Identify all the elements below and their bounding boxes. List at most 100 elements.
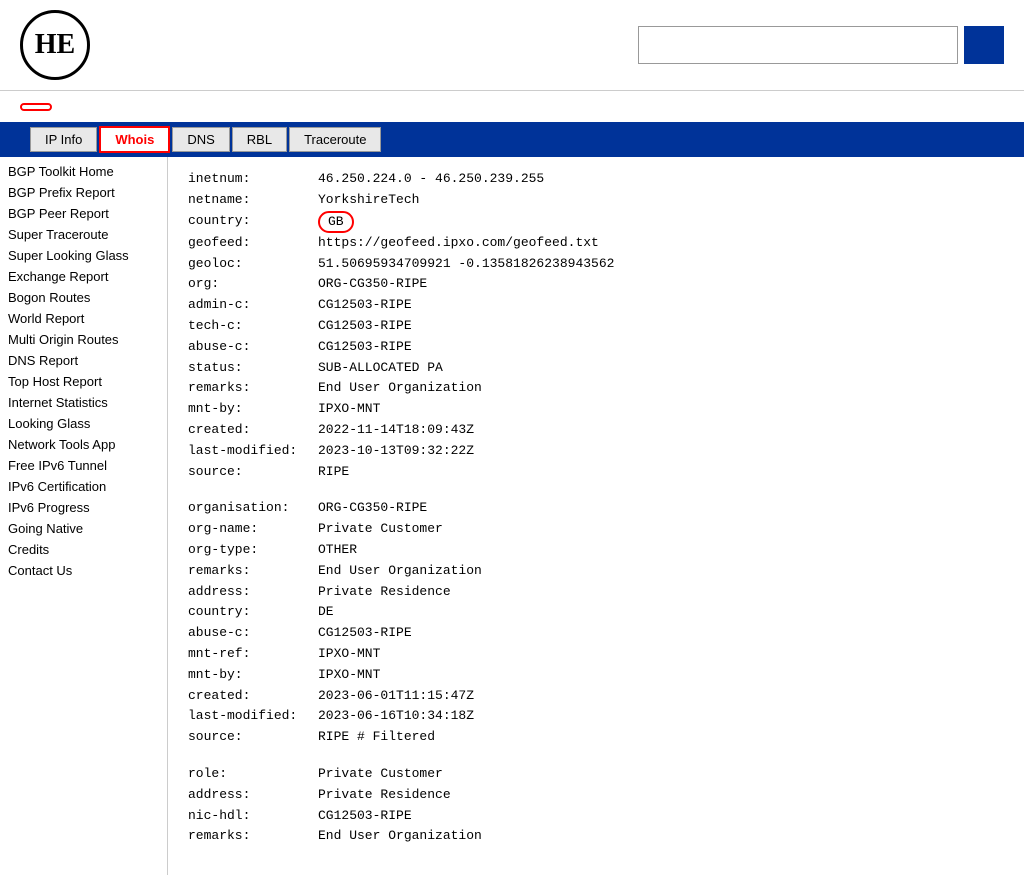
sidebar-item-bgp-toolkit-home[interactable]: BGP Toolkit Home — [0, 161, 167, 182]
sidebar-item-network-tools-app[interactable]: Network Tools App — [0, 434, 167, 455]
sidebar-item-exchange-report[interactable]: Exchange Report — [0, 266, 167, 287]
whois-row: country:GB — [188, 211, 1004, 233]
whois-section-1: organisation:ORG-CG350-RIPEorg-name:Priv… — [188, 498, 1004, 748]
sidebar-item-multi-origin-routes[interactable]: Multi Origin Routes — [0, 329, 167, 350]
whois-row: status:SUB-ALLOCATED PA — [188, 358, 1004, 379]
whois-row: last-modified:2023-06-16T10:34:18Z — [188, 706, 1004, 727]
whois-val: CG12503-RIPE — [318, 316, 412, 337]
search-input[interactable] — [638, 26, 958, 64]
whois-row: mnt-by:IPXO-MNT — [188, 399, 1004, 420]
tab-rbl[interactable]: RBL — [232, 127, 287, 152]
whois-row: source:RIPE — [188, 462, 1004, 483]
sidebar-item-dns-report[interactable]: DNS Report — [0, 350, 167, 371]
whois-key: geoloc: — [188, 254, 318, 275]
whois-val: YorkshireTech — [318, 190, 419, 211]
whois-key: org-type: — [188, 540, 318, 561]
whois-key: inetnum: — [188, 169, 318, 190]
whois-val: 2023-06-16T10:34:18Z — [318, 706, 474, 727]
whois-row: remarks:End User Organization — [188, 378, 1004, 399]
search-area — [638, 26, 1004, 64]
sidebar-item-world-report[interactable]: World Report — [0, 308, 167, 329]
whois-val: CG12503-RIPE — [318, 295, 412, 316]
whois-key: netname: — [188, 190, 318, 211]
whois-row: admin-c:CG12503-RIPE — [188, 295, 1004, 316]
sidebar-item-bgp-peer-report[interactable]: BGP Peer Report — [0, 203, 167, 224]
whois-val: Private Residence — [318, 582, 451, 603]
whois-row: address:Private Residence — [188, 785, 1004, 806]
whois-key: remarks: — [188, 561, 318, 582]
whois-val: Private Residence — [318, 785, 451, 806]
whois-val: End User Organization — [318, 826, 482, 847]
whois-val: RIPE # Filtered — [318, 727, 435, 748]
whois-val: ORG-CG350-RIPE — [318, 498, 427, 519]
whois-row: abuse-c:CG12503-RIPE — [188, 623, 1004, 644]
whois-val: OTHER — [318, 540, 357, 561]
whois-section-2: role:Private Customeraddress:Private Res… — [188, 764, 1004, 847]
whois-row: org:ORG-CG350-RIPE — [188, 274, 1004, 295]
whois-row: last-modified:2023-10-13T09:32:22Z — [188, 441, 1004, 462]
page-header: HE — [0, 0, 1024, 91]
sidebar-item-internet-statistics[interactable]: Internet Statistics — [0, 392, 167, 413]
sidebar-item-super-traceroute[interactable]: Super Traceroute — [0, 224, 167, 245]
sidebar-item-bgp-prefix-report[interactable]: BGP Prefix Report — [0, 182, 167, 203]
whois-row: created:2023-06-01T11:15:47Z — [188, 686, 1004, 707]
sidebar-item-contact-us[interactable]: Contact Us — [0, 560, 167, 581]
whois-val: 2023-10-13T09:32:22Z — [318, 441, 474, 462]
whois-row: organisation:ORG-CG350-RIPE — [188, 498, 1004, 519]
whois-key: country: — [188, 602, 318, 623]
whois-val: DE — [318, 602, 334, 623]
sidebar: BGP Toolkit HomeBGP Prefix ReportBGP Pee… — [0, 157, 168, 875]
tab-ip-info[interactable]: IP Info — [30, 127, 97, 152]
whois-val: 2023-06-01T11:15:47Z — [318, 686, 474, 707]
ip-address-badge — [20, 103, 52, 111]
whois-key: tech-c: — [188, 316, 318, 337]
whois-val: End User Organization — [318, 378, 482, 399]
tab-whois[interactable]: Whois — [99, 126, 170, 153]
whois-key: created: — [188, 420, 318, 441]
whois-row: nic-hdl:CG12503-RIPE — [188, 806, 1004, 827]
whois-val: https://geofeed.ipxo.com/geofeed.txt — [318, 233, 599, 254]
sidebar-item-free-ipv6-tunnel[interactable]: Free IPv6 Tunnel — [0, 455, 167, 476]
tab-dns[interactable]: DNS — [172, 127, 229, 152]
whois-row: geoloc:51.50695934709921 -0.135818262389… — [188, 254, 1004, 275]
ip-display-area — [0, 91, 1024, 122]
whois-val: 46.250.224.0 - 46.250.239.255 — [318, 169, 544, 190]
sidebar-item-top-host-report[interactable]: Top Host Report — [0, 371, 167, 392]
sidebar-item-credits[interactable]: Credits — [0, 539, 167, 560]
sidebar-item-ipv6-progress[interactable]: IPv6 Progress — [0, 497, 167, 518]
whois-row: country:DE — [188, 602, 1004, 623]
tabs-container: IP InfoWhoisDNSRBLTraceroute — [28, 126, 381, 153]
logo-area: HE — [20, 10, 100, 80]
nav-bar: IP InfoWhoisDNSRBLTraceroute — [0, 122, 1024, 157]
whois-row: abuse-c:CG12503-RIPE — [188, 337, 1004, 358]
sidebar-item-ipv6-certification[interactable]: IPv6 Certification — [0, 476, 167, 497]
whois-key: org: — [188, 274, 318, 295]
whois-row: created:2022-11-14T18:09:43Z — [188, 420, 1004, 441]
whois-row: role:Private Customer — [188, 764, 1004, 785]
whois-key: address: — [188, 582, 318, 603]
whois-key: organisation: — [188, 498, 318, 519]
whois-val: Private Customer — [318, 764, 443, 785]
whois-val: 51.50695934709921 -0.13581826238943562 — [318, 254, 614, 275]
main-layout: BGP Toolkit HomeBGP Prefix ReportBGP Pee… — [0, 157, 1024, 875]
sidebar-item-going-native[interactable]: Going Native — [0, 518, 167, 539]
whois-row: mnt-ref:IPXO-MNT — [188, 644, 1004, 665]
whois-val: CG12503-RIPE — [318, 806, 412, 827]
whois-row: geofeed:https://geofeed.ipxo.com/geofeed… — [188, 233, 1004, 254]
whois-key: nic-hdl: — [188, 806, 318, 827]
logo-icon: HE — [20, 10, 90, 80]
whois-row: netname:YorkshireTech — [188, 190, 1004, 211]
quick-links-label — [8, 136, 28, 144]
whois-row: remarks:End User Organization — [188, 826, 1004, 847]
sidebar-item-super-looking-glass[interactable]: Super Looking Glass — [0, 245, 167, 266]
whois-key: source: — [188, 727, 318, 748]
whois-key: remarks: — [188, 378, 318, 399]
whois-key: mnt-by: — [188, 399, 318, 420]
whois-row: remarks:End User Organization — [188, 561, 1004, 582]
sidebar-item-looking-glass[interactable]: Looking Glass — [0, 413, 167, 434]
whois-val: Private Customer — [318, 519, 443, 540]
whois-key: remarks: — [188, 826, 318, 847]
sidebar-item-bogon-routes[interactable]: Bogon Routes — [0, 287, 167, 308]
search-button[interactable] — [964, 26, 1004, 64]
tab-traceroute[interactable]: Traceroute — [289, 127, 381, 152]
